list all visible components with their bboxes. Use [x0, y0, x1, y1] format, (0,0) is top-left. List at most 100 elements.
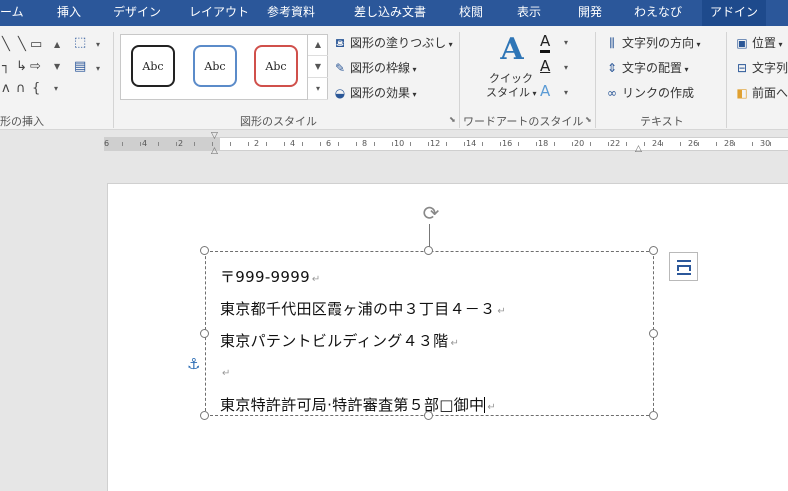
text-effects-dropdown-icon[interactable]: ▾ [564, 88, 568, 97]
ruler-label: 16 [502, 139, 513, 148]
ruler-bar[interactable]: 6 4 2 2 4 6 8 10 12 14 16 18 20 22 24 26… [104, 137, 788, 151]
tab-home[interactable]: ーム [0, 0, 24, 26]
textbox-line-address[interactable]: 東京都千代田区霞ヶ浦の中３丁目４－３ ↵ [220, 298, 506, 319]
create-link-button[interactable]: ∞ リンクの作成 [604, 84, 694, 102]
shape-styles-launcher-icon[interactable]: ⬊ [449, 115, 456, 124]
connector-shape-icon[interactable]: ┐ [2, 60, 10, 74]
tab-mailings[interactable]: 差し込み文書 [354, 0, 426, 26]
address-textbox[interactable]: 〒999-9999 ↵ 東京都千代田区霞ヶ浦の中３丁目４－３ ↵ 東京パテントビルデ… [205, 251, 654, 416]
text-cursor [484, 397, 486, 413]
style-sample-black[interactable]: Abc [131, 45, 175, 87]
line-shape-icon[interactable]: ╲ [2, 38, 10, 52]
ruler-tick [338, 142, 339, 146]
brace-shape-icon[interactable]: { [32, 82, 40, 96]
resize-handle-bottom-left[interactable] [200, 411, 209, 420]
shape-outline-button[interactable]: ✎ 図形の枠線 ▾ [332, 59, 417, 77]
resize-handle-top[interactable] [424, 246, 433, 255]
text-fill-icon[interactable]: A [540, 32, 551, 53]
ruler-label: 6 [104, 139, 110, 148]
ribbon-divider [113, 32, 114, 128]
tab-references[interactable]: 参考資料 [267, 0, 315, 26]
wordart-launcher-icon[interactable]: ⬊ [585, 115, 592, 124]
first-line-indent-icon[interactable]: ▽ [211, 131, 218, 141]
paragraph-mark: ↵ [222, 368, 231, 379]
textbox-line-empty[interactable]: ↵ [220, 362, 231, 380]
text-effects-icon[interactable]: A [540, 82, 550, 100]
tab-addin[interactable]: アドイン [702, 0, 767, 26]
shape-effects-button[interactable]: ◒ 図形の効果 ▾ [332, 84, 417, 102]
ruler-tick [680, 142, 681, 146]
ruler-tick [194, 142, 195, 146]
draw-textbox-icon[interactable]: ▤ [74, 60, 86, 74]
tab-waenavi[interactable]: わえなび [634, 0, 682, 26]
shapes-more-icon[interactable]: ▾ [54, 84, 58, 93]
textbox-line-postal[interactable]: 〒999-9999 ↵ [220, 266, 321, 287]
position-button[interactable]: ▣ 位置 ▾ [734, 34, 782, 52]
elbow-shape-icon[interactable]: ↳ [16, 60, 27, 74]
resize-handle-bottom[interactable] [424, 411, 433, 420]
text-outline-dropdown-icon[interactable]: ▾ [564, 63, 568, 72]
tab-layout[interactable]: レイアウト [189, 0, 249, 26]
hanging-indent-icon[interactable]: △ [211, 146, 218, 156]
tab-developer[interactable]: 開発 [578, 0, 602, 26]
ruler-label: 8 [362, 139, 368, 148]
text-outline-icon[interactable]: A [540, 57, 550, 75]
textbox-dropdown-icon[interactable]: ▾ [96, 64, 100, 73]
style-sample-red[interactable]: Abc [254, 45, 298, 87]
quick-style-button[interactable]: クイック スタイル ▾ [486, 72, 537, 101]
ruler-tick [626, 142, 627, 146]
rotate-handle-icon[interactable]: ⟳ [418, 200, 444, 226]
shapes-scroll-up-icon[interactable]: ▲ [54, 40, 60, 49]
ruler-tick [446, 142, 447, 146]
edit-shape-dropdown-icon[interactable]: ▾ [96, 40, 100, 49]
ribbon-divider [459, 32, 460, 128]
arc-shape-icon[interactable]: ∩ [16, 82, 26, 96]
tab-view[interactable]: 表示 [517, 0, 541, 26]
ruler-tick [410, 142, 411, 146]
bring-forward-label: 前面へ [752, 86, 788, 100]
arrow-shape-icon[interactable]: ╲ [18, 38, 26, 52]
ruler-label: 20 [574, 139, 585, 148]
ruler-tick [698, 142, 699, 146]
layout-options-button[interactable] [669, 252, 698, 281]
position-label: 位置 [752, 36, 777, 50]
gallery-down-icon[interactable]: ▼ [308, 56, 328, 78]
align-text-button[interactable]: ⇕ 文字の配置 ▾ [604, 59, 689, 77]
ruler-tick [158, 142, 159, 146]
shapes-scroll-down-icon[interactable]: ▼ [54, 62, 60, 71]
textbox-line-building[interactable]: 東京パテントビルディング４３階 ↵ [220, 330, 459, 351]
rectangle-shape-icon[interactable]: ▭ [30, 38, 42, 52]
quick-style-icon[interactable]: A [494, 32, 530, 67]
gallery-scroll: ▲ ▼ ▾ [307, 34, 328, 100]
tab-review[interactable]: 校閲 [459, 0, 483, 26]
paragraph-mark: ↵ [450, 338, 460, 349]
text-fill-dropdown-icon[interactable]: ▾ [564, 38, 568, 47]
position-icon: ▣ [736, 36, 748, 50]
tab-design[interactable]: デザイン [113, 0, 161, 26]
wrap-text-button[interactable]: ⊟ 文字列 [734, 59, 788, 77]
gallery-more-icon[interactable]: ▾ [308, 78, 328, 100]
ribbon: ╲ ╲ ▭ ┐ ↳ ⇨ ʌ ∩ { ▲ ▼ ▾ ⬚ ▾ ▤ ▾ 形の挿入 Abc… [0, 26, 788, 130]
resize-handle-top-right[interactable] [649, 246, 658, 255]
gallery-up-icon[interactable]: ▲ [308, 34, 328, 56]
ruler-tick [482, 142, 483, 146]
text-direction-button[interactable]: ⫼ 文字列の方向 ▾ [604, 34, 700, 52]
curve-shape-icon[interactable]: ʌ [2, 82, 10, 96]
right-arrow-shape-icon[interactable]: ⇨ [30, 60, 41, 74]
resize-handle-left[interactable] [200, 329, 209, 338]
group-label-shape-styles: 図形のスタイル [240, 115, 317, 128]
bring-forward-button[interactable]: ◧ 前面へ [734, 84, 788, 102]
pen-icon: ✎ [334, 61, 346, 75]
ruler-label: 18 [538, 139, 549, 148]
shape-fill-button[interactable]: ⛾ 図形の塗りつぶし ▾ [332, 34, 453, 52]
resize-handle-bottom-right[interactable] [649, 411, 658, 420]
style-sample-blue[interactable]: Abc [193, 45, 237, 87]
tab-insert[interactable]: 挿入 [57, 0, 81, 26]
right-indent-icon[interactable]: △ [635, 144, 642, 154]
ruler-label: 30 [760, 139, 771, 148]
resize-handle-right[interactable] [649, 329, 658, 338]
resize-handle-top-left[interactable] [200, 246, 209, 255]
ruler-tick [500, 142, 501, 146]
textbox-line-recipient[interactable]: 東京特許許可局·特許審査第５部□御中 ↵ [220, 394, 496, 415]
edit-shape-icon[interactable]: ⬚ [74, 36, 86, 50]
